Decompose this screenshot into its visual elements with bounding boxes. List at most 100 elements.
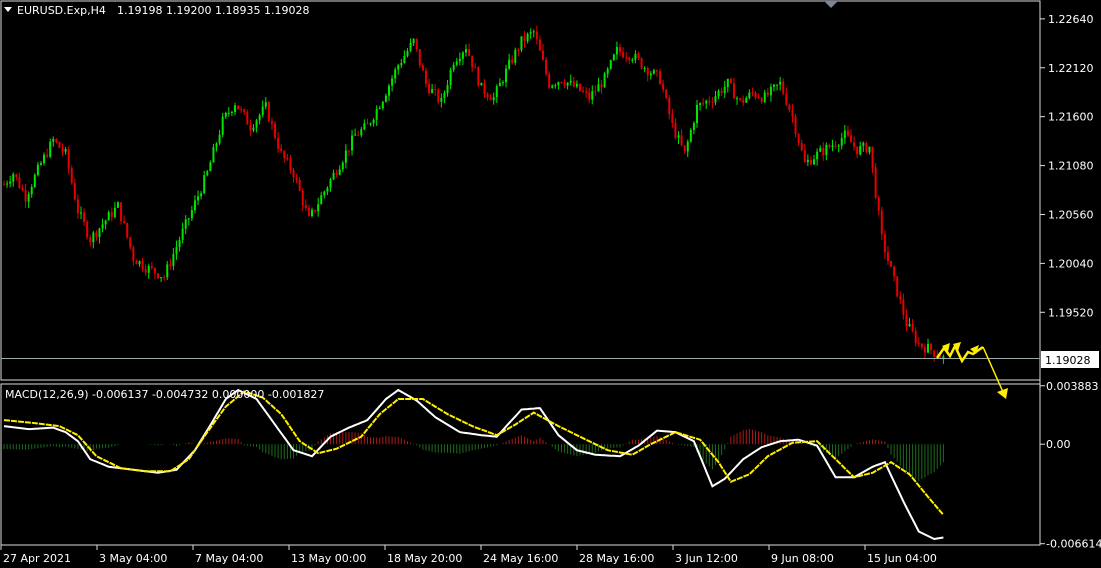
candle-body (434, 89, 437, 91)
candle-body (320, 195, 323, 205)
candle-body (381, 101, 384, 109)
candle-body (736, 98, 739, 100)
candle-body (21, 187, 24, 191)
candle-body (930, 343, 933, 351)
chart-background (0, 0, 1101, 568)
candle-body (674, 123, 677, 138)
candle-body (344, 150, 347, 163)
candle-body (397, 65, 400, 70)
candle-body (193, 200, 196, 211)
candle-body (129, 237, 132, 248)
candle-body (39, 163, 42, 165)
candle-body (15, 174, 18, 178)
candle-body (366, 123, 369, 125)
candle-body (252, 127, 255, 131)
candle-body (52, 139, 55, 142)
candle-body (80, 212, 82, 214)
candle-body (240, 109, 243, 111)
candle-body (557, 82, 560, 86)
candle-body (566, 82, 569, 86)
candle-body (597, 84, 600, 92)
candle-body (335, 172, 338, 175)
candle-body (498, 82, 501, 87)
candle-body (702, 103, 705, 105)
candle-body (828, 144, 831, 148)
candle-body (668, 97, 671, 115)
candle-body (914, 331, 917, 344)
candle-body (418, 49, 421, 66)
candle-body (200, 193, 203, 197)
candle-body (850, 135, 852, 143)
candle-body (692, 123, 695, 130)
candle-body (160, 277, 163, 279)
candle-body (766, 92, 769, 96)
candle-body (578, 83, 581, 92)
candle-body (760, 98, 763, 103)
time-tick-label: 3 May 04:00 (99, 552, 167, 565)
candle-body (409, 42, 412, 51)
candle-body (856, 146, 859, 155)
candle-body (840, 138, 843, 146)
candle-body (773, 84, 775, 87)
price-tick-label: 1.22120 (1048, 62, 1094, 75)
candle-body (843, 130, 846, 139)
candle-body (612, 54, 615, 61)
candle-body (920, 343, 923, 348)
candle-body (187, 218, 190, 220)
candle-body (680, 135, 683, 146)
candle-body (314, 209, 317, 212)
candle-body (449, 69, 452, 86)
candle-body (73, 183, 76, 200)
candle-body (431, 89, 434, 93)
candle-body (98, 228, 101, 237)
time-tick-label: 7 May 04:00 (195, 552, 263, 565)
candle-body (545, 59, 548, 74)
candle-body (927, 343, 929, 353)
macd-tick-label: 0.00 (1046, 438, 1071, 451)
candle-body (378, 108, 381, 110)
candle-body (813, 159, 816, 165)
price-tick-label: 1.22640 (1048, 13, 1094, 26)
price-tick-label: 1.21080 (1048, 160, 1094, 173)
candle-body (806, 159, 809, 163)
candle-body (542, 50, 544, 60)
candle-body (862, 142, 865, 146)
candle-body (625, 57, 628, 59)
candle-body (797, 133, 800, 144)
candle-body (600, 84, 603, 88)
candle-body (212, 147, 215, 163)
candle-body (203, 175, 206, 194)
candle-body (301, 190, 304, 206)
time-tick-label: 3 Jun 12:00 (675, 552, 738, 565)
candle-body (249, 124, 252, 131)
candle-body (33, 174, 36, 187)
candle-body (505, 68, 508, 83)
candle-body (298, 179, 301, 191)
candle-body (677, 135, 680, 138)
time-tick-label: 13 May 00:00 (291, 552, 366, 565)
candle-body (24, 190, 27, 202)
ohlc-values: 1.19198 1.19200 1.18935 1.19028 (117, 4, 309, 17)
candle-body (64, 149, 67, 152)
candle-body (92, 232, 95, 243)
candle-body (582, 91, 585, 93)
chart-area: 1.22640 1.22120 1.21600 1.21080 1.20560 1.200… (0, 0, 1101, 568)
candle-body (874, 167, 877, 198)
candle-body (178, 239, 181, 247)
candle-body (243, 109, 246, 113)
candle-body (538, 39, 541, 51)
candle-body (757, 97, 760, 99)
candle-body (437, 89, 440, 102)
candle-body (55, 139, 58, 142)
candle-body (572, 80, 575, 87)
candle-body (286, 158, 289, 160)
candle-body (560, 82, 563, 84)
candle-body (803, 150, 806, 163)
symbol-label: EURUSD.Exp,H4 (17, 4, 106, 17)
candle-body (132, 247, 135, 261)
candle-body (110, 212, 113, 217)
candle-body (723, 86, 726, 94)
candle-body (147, 266, 150, 273)
candle-body (49, 141, 52, 157)
candle-body (144, 269, 147, 273)
